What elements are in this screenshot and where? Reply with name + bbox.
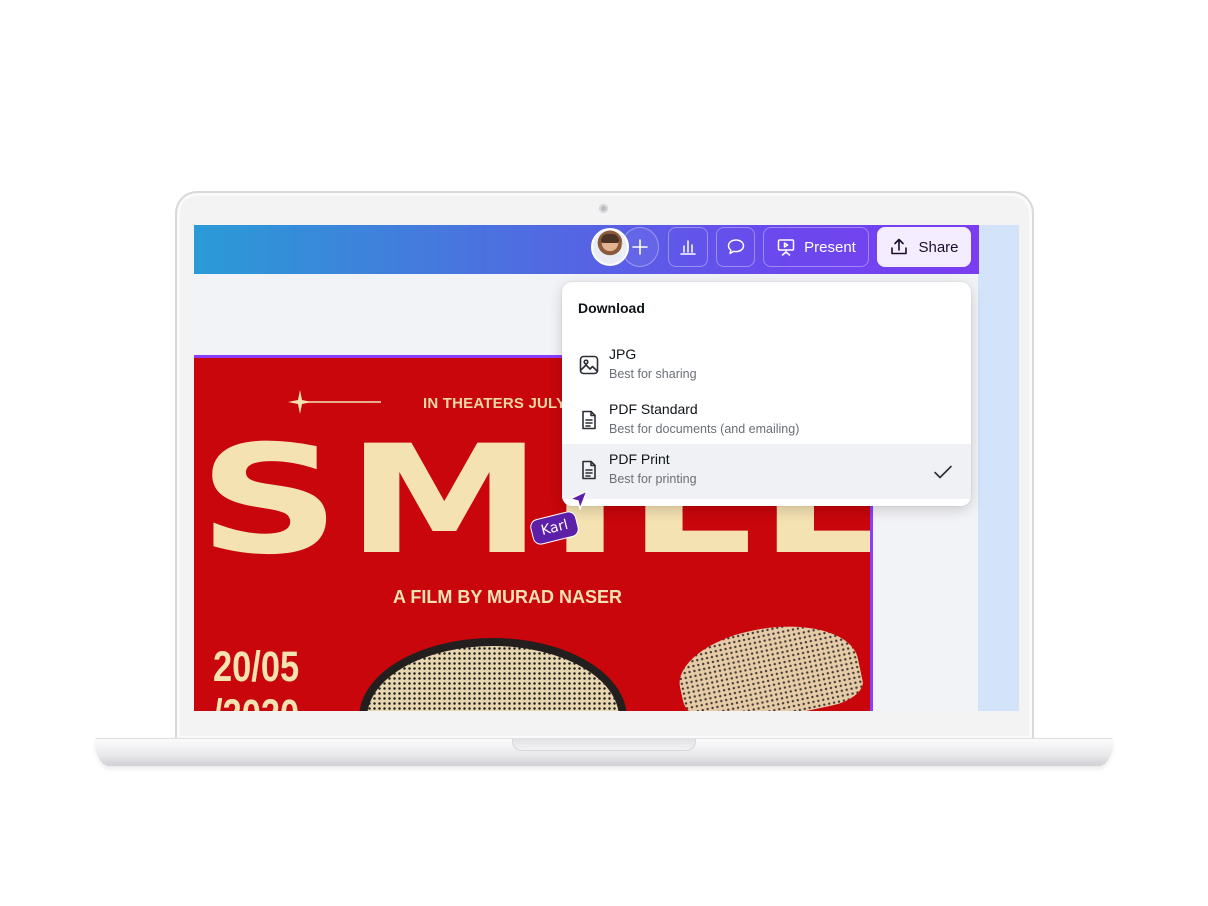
download-option-pdf-standard[interactable]: PDF Standard Best for documents (and ema… [562,394,971,449]
document-icon [582,410,596,430]
option-description: Best for sharing [609,367,697,381]
checkmark-icon [934,465,952,479]
image-icon [579,355,599,375]
plus-icon [632,239,648,255]
insights-button[interactable] [668,227,708,267]
editor-topbar: Present Share [194,225,979,274]
comments-button[interactable] [716,227,755,267]
side-panel [978,225,1019,711]
present-label: Present [804,238,856,256]
poster-credit: A FILM BY MURAD NASER [393,587,622,607]
sparkle-icon [288,390,381,414]
download-option-jpg[interactable]: JPG Best for sharing [562,339,971,394]
download-title: Download [578,300,645,316]
comment-icon [727,239,744,255]
collaborator-cursor-icon [569,490,588,510]
option-description: Best for documents (and emailing) [609,422,800,436]
laptop-notch [512,739,696,751]
option-label: JPG [609,346,637,362]
option-label: PDF Standard [609,401,698,417]
download-option-pdf-print[interactable]: PDF Print Best for printing [562,444,971,499]
download-dropdown: Download JPG Best for sharing PDF Standa… [562,282,971,506]
document-icon [582,460,596,480]
present-button[interactable]: Present [763,227,869,267]
option-description: Best for printing [609,472,697,486]
option-label: PDF Print [609,451,670,467]
poster-tagline: IN THEATERS JULY [423,395,567,412]
halftone-portrait [359,638,627,711]
poster-date: 20/05 /2020 [213,643,300,711]
share-button[interactable]: Share [877,227,971,267]
share-upload-icon [891,238,908,255]
webcam [599,204,608,213]
add-collaborator-button[interactable] [621,227,659,267]
bar-chart-icon [680,240,696,255]
present-icon [777,239,795,256]
share-label: Share [918,238,959,256]
halftone-hand-graphic [671,610,867,711]
